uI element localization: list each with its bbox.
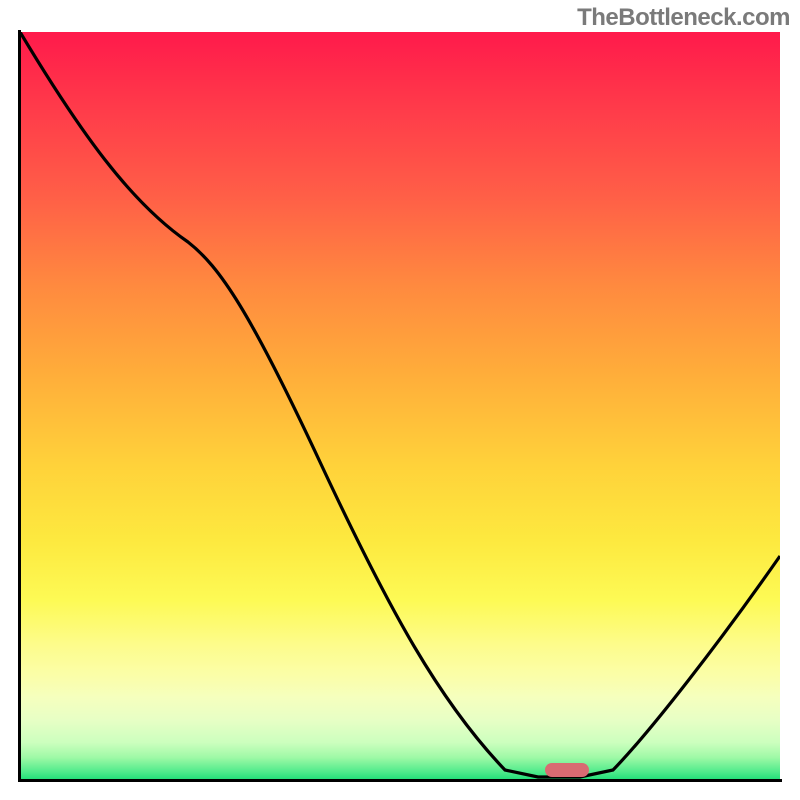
chart-container: TheBottleneck.com: [0, 0, 800, 800]
x-axis: [18, 779, 782, 782]
optimal-range-marker: [545, 763, 589, 777]
curve-path: [20, 32, 780, 777]
y-axis: [18, 30, 21, 782]
watermark-text: TheBottleneck.com: [577, 4, 790, 32]
bottleneck-curve: [20, 32, 780, 780]
